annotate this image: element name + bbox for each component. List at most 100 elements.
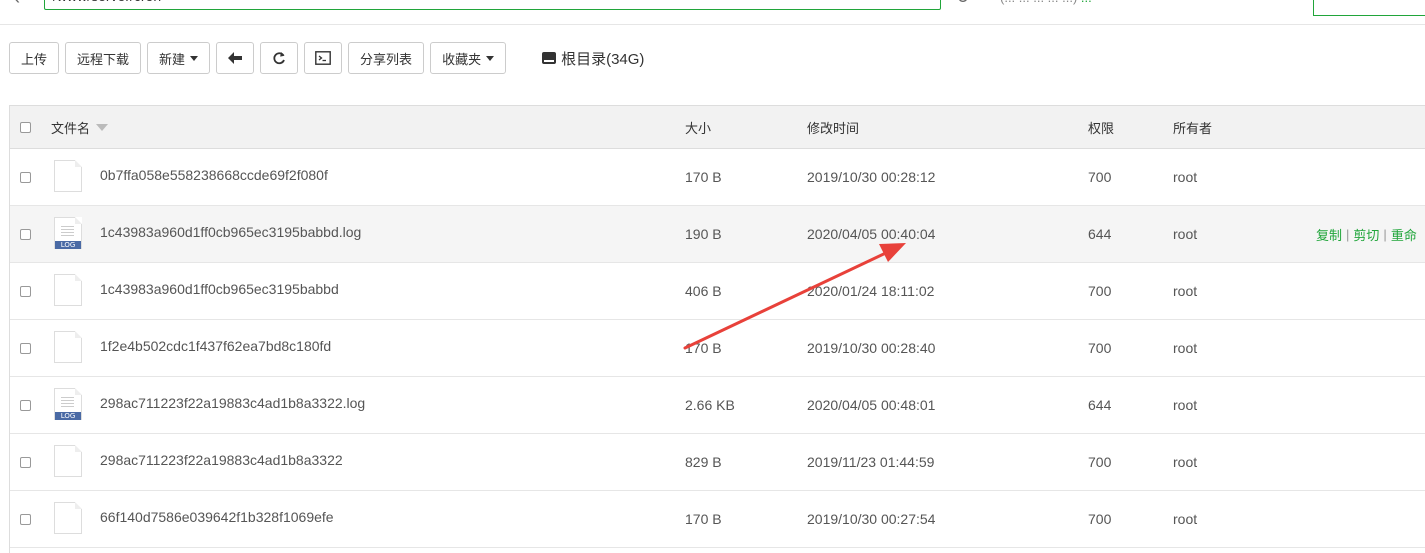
header-name[interactable]: 文件名 (51, 106, 109, 148)
back-button[interactable] (216, 42, 255, 74)
favorites-dropdown-button[interactable]: 收藏夹 (430, 42, 507, 74)
chevron-down-icon (486, 55, 495, 61)
disk-info: (... ... ... ... ...) ... (1000, 0, 1092, 5)
remote-download-button[interactable]: 远程下载 (65, 42, 142, 74)
new-dropdown-button[interactable]: 新建 (147, 42, 211, 74)
upload-button[interactable]: 上传 (9, 42, 60, 74)
file-size: 829 B (685, 454, 722, 470)
file-icon (54, 160, 84, 194)
file-icon (54, 274, 84, 308)
file-permission[interactable]: 700 (1088, 491, 1111, 547)
share-list-button[interactable]: 分享列表 (348, 42, 425, 74)
log-file-icon: LOG (54, 388, 84, 422)
row-checkbox[interactable] (20, 434, 31, 490)
file-name-cell[interactable]: LOG 1c43983a960d1ff0cb965ec3195babbd.log (54, 206, 361, 262)
path-back-icon[interactable]: ‹ (14, 0, 20, 9)
file-toolbar: 上传 远程下载 新建 分享列表 收藏夹 根目录(34G) (9, 41, 644, 75)
path-bar: ‹ /www/server/cron ↻ (... ... ... ... ..… (0, 0, 1425, 25)
row-checkbox[interactable] (20, 263, 31, 319)
terminal-button[interactable] (304, 42, 343, 74)
file-name-cell[interactable]: 66f140d7586e039642f1b328f1069efe (54, 491, 334, 547)
file-modified: 2020/01/24 18:11:02 (807, 283, 935, 299)
root-dir-label: 根目录(34G) (561, 50, 645, 68)
path-input[interactable]: /www/server/cron (44, 0, 941, 10)
file-modified: 2019/10/30 00:27:54 (807, 511, 936, 527)
file-name-cell[interactable]: 0b7ffa058e558238668ccde69f2f080f (54, 149, 328, 205)
copy-link[interactable]: 复制 (1316, 225, 1342, 244)
search-input[interactable] (1313, 0, 1425, 16)
table-row[interactable]: LOG 298ac711223f22a19883c4ad1b8a3322.log 2… (10, 377, 1425, 434)
rename-link[interactable]: 重命 (1391, 225, 1417, 244)
file-modified: 2019/10/30 00:28:40 (807, 340, 936, 356)
file-name-cell[interactable]: 1f2e4b502cdc1f437f62ea7bd8c180fd (54, 320, 331, 376)
file-permission[interactable]: 644 (1088, 206, 1111, 262)
file-name-cell[interactable]: LOG 298ac711223f22a19883c4ad1b8a3322.log (54, 377, 365, 433)
file-owner[interactable]: root (1173, 263, 1197, 319)
file-modified: 2020/04/05 00:40:04 (807, 226, 936, 242)
log-file-icon: LOG (54, 217, 84, 251)
row-checkbox[interactable] (20, 206, 31, 262)
table-row[interactable]: 66f140d7586e039642f1b328f1069efe 170 B 201… (10, 491, 1425, 548)
file-owner[interactable]: root (1173, 206, 1197, 262)
row-checkbox[interactable] (20, 491, 31, 547)
file-table: 文件名 大小 修改时间 权限 所有者 0b7ffa058e558238668cc… (9, 105, 1425, 553)
file-icon (54, 502, 84, 536)
file-modified: 2019/11/23 01:44:59 (807, 454, 935, 470)
cut-link[interactable]: 剪切 (1353, 225, 1379, 244)
hdd-icon (542, 52, 557, 64)
file-size: 170 B (685, 511, 722, 527)
file-name[interactable]: 298ac711223f22a19883c4ad1b8a3322 (100, 452, 343, 468)
table-body: 0b7ffa058e558238668ccde69f2f080f 170 B 201… (10, 149, 1425, 548)
table-row[interactable]: 1c43983a960d1ff0cb965ec3195babbd 406 B 202… (10, 263, 1425, 320)
file-modified: 2019/10/30 00:28:12 (807, 169, 936, 185)
file-permission[interactable]: 700 (1088, 149, 1111, 205)
chevron-down-icon (190, 55, 199, 61)
file-size: 190 B (685, 226, 722, 242)
file-size: 406 B (685, 283, 722, 299)
file-icon (54, 445, 84, 479)
row-actions: 复制 | 剪切 | 重命 (1316, 225, 1417, 244)
file-size: 170 B (685, 340, 722, 356)
file-name[interactable]: 0b7ffa058e558238668ccde69f2f080f (100, 167, 328, 183)
row-checkbox[interactable] (20, 377, 31, 433)
sort-caret-icon (96, 123, 109, 131)
select-all-checkbox[interactable] (20, 106, 31, 148)
header-modified[interactable]: 修改时间 (807, 106, 859, 148)
table-header: 文件名 大小 修改时间 权限 所有者 (10, 106, 1425, 149)
file-size: 2.66 KB (685, 397, 735, 413)
file-owner[interactable]: root (1173, 320, 1197, 376)
file-name[interactable]: 1c43983a960d1ff0cb965ec3195babbd.log (100, 224, 361, 240)
file-size: 170 B (685, 169, 722, 185)
file-owner[interactable]: root (1173, 149, 1197, 205)
path-refresh-icon[interactable]: ↻ (956, 0, 969, 8)
file-owner[interactable]: root (1173, 434, 1197, 490)
header-permission: 权限 (1088, 120, 1115, 136)
file-name[interactable]: 298ac711223f22a19883c4ad1b8a3322.log (100, 395, 365, 411)
table-row[interactable]: LOG 1c43983a960d1ff0cb965ec3195babbd.log 1… (10, 206, 1425, 263)
file-owner[interactable]: root (1173, 491, 1197, 547)
file-modified: 2020/04/05 00:48:01 (807, 397, 936, 413)
file-name[interactable]: 66f140d7586e039642f1b328f1069efe (100, 509, 334, 525)
file-permission[interactable]: 700 (1088, 320, 1111, 376)
table-row[interactable]: 298ac711223f22a19883c4ad1b8a3322 829 B 201… (10, 434, 1425, 491)
file-name-cell[interactable]: 1c43983a960d1ff0cb965ec3195babbd (54, 263, 339, 319)
table-row[interactable]: 1f2e4b502cdc1f437f62ea7bd8c180fd 170 B 201… (10, 320, 1425, 377)
table-row[interactable]: 0b7ffa058e558238668ccde69f2f080f 170 B 201… (10, 149, 1425, 206)
file-owner[interactable]: root (1173, 377, 1197, 433)
root-dir-link[interactable]: 根目录(34G) (542, 48, 644, 69)
terminal-icon (315, 51, 331, 65)
header-size[interactable]: 大小 (685, 106, 711, 148)
file-permission[interactable]: 644 (1088, 377, 1111, 433)
row-checkbox[interactable] (20, 149, 31, 205)
header-owner: 所有者 (1173, 120, 1213, 136)
file-name[interactable]: 1c43983a960d1ff0cb965ec3195babbd (100, 281, 339, 297)
file-name-cell[interactable]: 298ac711223f22a19883c4ad1b8a3322 (54, 434, 343, 490)
file-name[interactable]: 1f2e4b502cdc1f437f62ea7bd8c180fd (100, 338, 331, 354)
file-icon (54, 331, 84, 365)
refresh-icon (273, 52, 285, 65)
row-checkbox[interactable] (20, 320, 31, 376)
refresh-button[interactable] (260, 42, 299, 74)
file-permission[interactable]: 700 (1088, 263, 1111, 319)
back-icon (228, 52, 243, 64)
file-permission[interactable]: 700 (1088, 434, 1111, 490)
